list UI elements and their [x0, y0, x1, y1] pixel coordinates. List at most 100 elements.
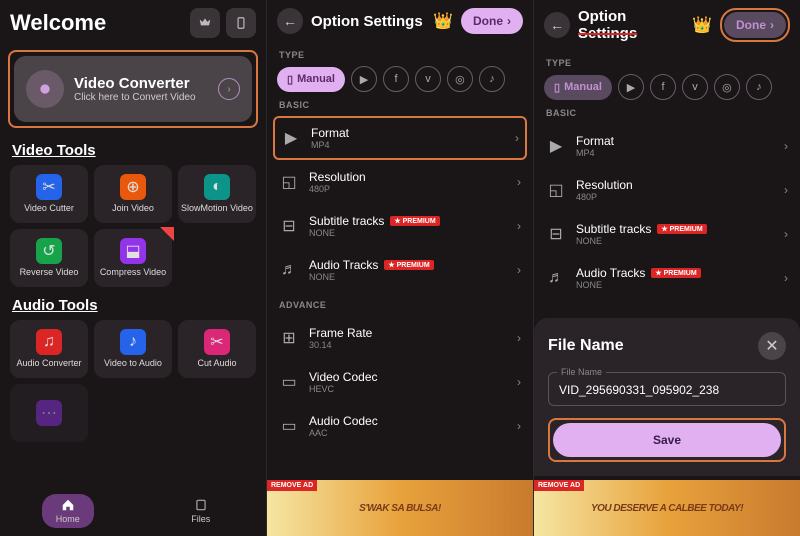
bottom-nav: Home Files — [0, 486, 266, 536]
option-settings-panel-modal: ← Option Settings 👑 Done› TYPE ▯Manual ▶… — [533, 0, 800, 536]
video-converter-text: Video Converter Click here to Convert Vi… — [74, 75, 208, 103]
crown-icon[interactable] — [190, 8, 220, 38]
chevron-right-icon: › — [515, 131, 519, 145]
filename-modal: File Name ✕ File Name VID_295690331_0959… — [534, 318, 800, 476]
phone-icon: ▯ — [554, 81, 560, 94]
tool-compress-video[interactable]: ⬓Compress Video — [94, 229, 172, 287]
back-button[interactable]: ← — [277, 8, 303, 34]
tool-cut-audio[interactable]: ✂Cut Audio — [178, 320, 256, 378]
vimeo-icon[interactable]: v — [415, 66, 441, 92]
manual-button[interactable]: ▯Manual — [544, 75, 612, 100]
resolution-row[interactable]: ◱ Resolution480P › — [267, 160, 533, 204]
chevron-right-icon: › — [517, 331, 521, 345]
note-icon: ♪ — [120, 329, 146, 355]
save-button[interactable]: Save — [553, 423, 781, 457]
youtube-icon[interactable]: ▶ — [351, 66, 377, 92]
audio-tracks-row[interactable]: ♬ Audio Tracks★ PREMIUMNONE › — [534, 256, 800, 300]
tool-join-video[interactable]: ⊕Join Video — [94, 165, 172, 223]
framerate-row[interactable]: ⊞ Frame Rate30.14 › — [267, 316, 533, 360]
panel3-header: ← Option Settings 👑 Done› — [534, 0, 800, 50]
youtube-icon[interactable]: ▶ — [618, 74, 644, 100]
vimeo-icon[interactable]: v — [682, 74, 708, 100]
chevron-right-icon: › — [770, 18, 774, 32]
remove-ad-label[interactable]: REMOVE AD — [267, 480, 317, 491]
done-button[interactable]: Done› — [724, 12, 786, 38]
modal-header: File Name ✕ — [548, 332, 786, 360]
remove-ad-label[interactable]: REMOVE AD — [534, 480, 584, 491]
subtitle-icon: ⊟ — [279, 216, 299, 236]
tiktok-icon[interactable]: ♪ — [746, 74, 772, 100]
chevron-right-icon: › — [218, 78, 240, 100]
instagram-icon[interactable]: ◎ — [714, 74, 740, 100]
manual-button[interactable]: ▯Manual — [277, 67, 345, 92]
tiktok-icon[interactable]: ♪ — [479, 66, 505, 92]
tool-reverse-video[interactable]: ↺Reverse Video — [10, 229, 88, 287]
codec-icon: ▭ — [279, 372, 299, 392]
video-converter-icon — [26, 70, 64, 108]
vcodec-row[interactable]: ▭ Video CodecHEVC › — [267, 360, 533, 404]
audio-icon: ♬ — [546, 269, 566, 287]
chevron-right-icon: › — [507, 14, 511, 28]
chevron-right-icon: › — [784, 227, 788, 241]
instagram-icon[interactable]: ◎ — [447, 66, 473, 92]
type-row: ▯Manual ▶ f v ◎ ♪ — [267, 66, 533, 92]
tool-audio-converter[interactable]: ♫Audio Converter — [10, 320, 88, 378]
tool-more[interactable]: ⋯ — [10, 384, 88, 442]
reverse-icon: ↺ — [36, 238, 62, 264]
format-row-highlight: ▶ FormatMP4 › — [273, 116, 527, 160]
audio-tools-grid: ♫Audio Converter ♪Video to Audio ✂Cut Au… — [0, 320, 266, 442]
premium-badge: ★ PREMIUM — [390, 216, 439, 226]
facebook-icon[interactable]: f — [383, 66, 409, 92]
codec-icon: ▭ — [279, 416, 299, 436]
chevron-right-icon: › — [517, 263, 521, 277]
advance-label: ADVANCE — [279, 300, 521, 310]
audio-icon: ♬ — [279, 261, 299, 279]
type-label: TYPE — [546, 58, 788, 68]
audio-tracks-row[interactable]: ♬ Audio Tracks★ PREMIUMNONE › — [267, 248, 533, 292]
video-converter-sub: Click here to Convert Video — [74, 92, 208, 103]
slowmo-icon: ◐ — [204, 174, 230, 200]
back-button[interactable]: ← — [544, 12, 570, 38]
video-converter-card[interactable]: Video Converter Click here to Convert Vi… — [14, 56, 252, 122]
filename-input[interactable]: File Name VID_295690331_095902_238 — [548, 372, 786, 406]
tool-video-to-audio[interactable]: ♪Video to Audio — [94, 320, 172, 378]
panel2-header: ← Option Settings 👑 Done› — [267, 0, 533, 42]
close-button[interactable]: ✕ — [758, 332, 786, 360]
premium-badge: ★ PREMIUM — [657, 224, 706, 234]
done-highlight: Done› — [720, 8, 790, 42]
type-row: ▯Manual ▶ f v ◎ ♪ — [534, 74, 800, 100]
format-row[interactable]: ▶ FormatMP4 › — [534, 124, 800, 168]
device-icon[interactable] — [226, 8, 256, 38]
subtitle-row[interactable]: ⊟ Subtitle tracks★ PREMIUMNONE › — [267, 204, 533, 248]
phone-icon: ▯ — [287, 73, 293, 86]
input-value: VID_295690331_095902_238 — [559, 383, 775, 397]
crown-icon: 👑 — [692, 15, 712, 35]
welcome-panel: Welcome Video Converter Click here to Co… — [0, 0, 266, 536]
framerate-icon: ⊞ — [279, 328, 299, 348]
chevron-right-icon: › — [517, 175, 521, 189]
premium-badge: ★ PREMIUM — [384, 260, 433, 270]
ad-banner[interactable]: REMOVE AD S'WAK SA BULSA! — [267, 480, 533, 536]
subtitle-icon: ⊟ — [546, 224, 566, 244]
more-icon: ⋯ — [36, 400, 62, 426]
premium-badge: ★ PREMIUM — [651, 268, 700, 278]
done-button[interactable]: Done› — [461, 8, 523, 34]
format-row[interactable]: ▶ FormatMP4 › — [281, 126, 519, 150]
acodec-row[interactable]: ▭ Audio CodecAAC › — [267, 404, 533, 448]
facebook-icon[interactable]: f — [650, 74, 676, 100]
compress-icon: ⬓ — [120, 238, 146, 264]
nav-files[interactable]: Files — [177, 494, 224, 528]
tool-slowmotion[interactable]: ◐SlowMotion Video — [178, 165, 256, 223]
resolution-row[interactable]: ◱ Resolution480P › — [534, 168, 800, 212]
nav-home[interactable]: Home — [42, 494, 94, 528]
video-tools-grid: ✂Video Cutter ⊕Join Video ◐SlowMotion Vi… — [0, 165, 266, 287]
chevron-right-icon: › — [784, 271, 788, 285]
play-icon: ▶ — [281, 128, 301, 148]
panel2-title: Option Settings — [311, 13, 425, 30]
tool-video-cutter[interactable]: ✂Video Cutter — [10, 165, 88, 223]
ad-banner[interactable]: REMOVE AD YOU DESERVE A CALBEE TODAY! — [534, 480, 800, 536]
subtitle-row[interactable]: ⊟ Subtitle tracks★ PREMIUMNONE › — [534, 212, 800, 256]
audio-tools-heading: Audio Tools — [12, 297, 254, 314]
chevron-right-icon: › — [784, 183, 788, 197]
panel1-header: Welcome — [0, 0, 266, 46]
